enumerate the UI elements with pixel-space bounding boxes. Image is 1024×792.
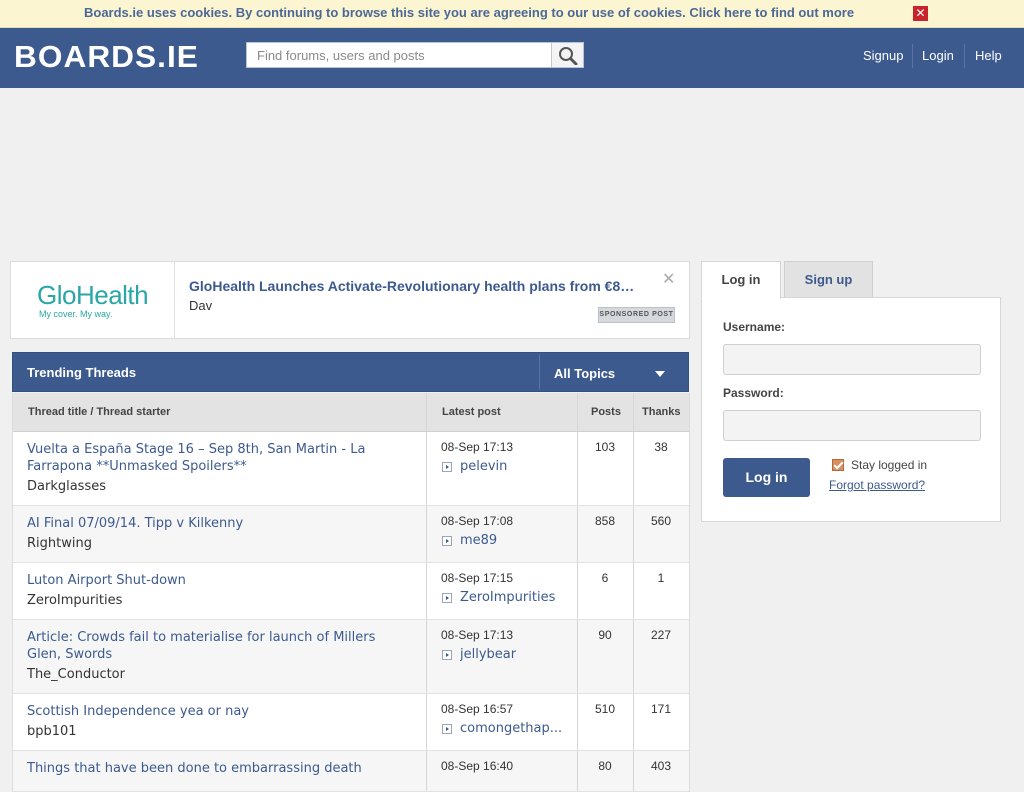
column-header-title: Thread title / Thread starter [28,406,171,418]
chevron-down-icon[interactable] [655,371,665,377]
table-header: Thread title / Thread starter Latest pos… [13,393,689,432]
nav-signup-link[interactable]: Signup [863,48,903,63]
sponsored-post-card[interactable]: GloHealth My cover. My way. GloHealth La… [10,261,690,339]
latest-post-user[interactable]: comongethap... [460,721,570,736]
password-label: Password: [723,386,784,400]
latest-post-user[interactable]: ZeroImpurities [460,590,570,605]
tab-login[interactable]: Log in [701,261,781,299]
stay-logged-in-label: Stay logged in [851,458,928,472]
thanks-count: 171 [650,702,672,716]
nav-login-link[interactable]: Login [922,48,954,63]
thread-starter[interactable]: bpb101 [27,724,77,739]
column-header-posts: Posts [591,406,621,418]
password-field[interactable] [723,410,981,441]
nav-divider [912,44,913,68]
search-button[interactable] [551,43,583,67]
table-row: Luton Airport Shut-down ZeroImpurities 0… [13,563,689,620]
posts-count: 858 [594,514,616,528]
username-field[interactable] [723,344,981,375]
thread-title-link[interactable]: AI Final 07/09/14. Tipp v Kilkenny [27,515,412,532]
forgot-password-link[interactable]: Forgot password? [829,478,925,492]
thanks-count: 227 [650,628,672,642]
column-header-thanks: Thanks [642,406,681,418]
trending-threads-title: Trending Threads [27,365,137,380]
thread-title-link[interactable]: Luton Airport Shut-down [27,572,412,589]
table-row: AI Final 07/09/14. Tipp v Kilkenny Right… [13,506,689,563]
table-row: Things that have been done to embarrassi… [13,751,689,792]
search-box [246,42,584,68]
posts-count: 90 [598,628,612,642]
go-to-post-icon[interactable] [442,650,452,660]
thread-starter[interactable]: Rightwing [27,536,92,551]
thread-title-link[interactable]: Vuelta a España Stage 16 – Sep 8th, San … [27,441,412,475]
latest-post-date: 08-Sep 17:08 [441,514,514,528]
header-divider [539,355,540,389]
latest-post-user[interactable]: me89 [460,533,570,548]
table-row: Vuelta a España Stage 16 – Sep 8th, San … [13,432,689,506]
thread-title-link[interactable]: Scottish Independence yea or nay [27,703,412,720]
boards-logo[interactable]: BOARDS.IE [14,39,199,75]
posts-count: 103 [594,440,616,454]
thread-starter[interactable]: Darkglasses [27,479,106,494]
close-icon[interactable]: ✕ [662,271,675,287]
topics-dropdown[interactable]: All Topics [554,366,615,381]
trending-threads-header: Trending Threads All Topics [12,352,689,392]
posts-count: 6 [601,571,609,585]
thanks-count: 560 [650,514,672,528]
table-row: Scottish Independence yea or nay bpb101 … [13,694,689,751]
cookie-banner: Boards.ie uses cookies. By continuing to… [0,0,1024,28]
nav-divider [964,44,965,68]
sponsored-post-title[interactable]: GloHealth Launches Activate-Revolutionar… [189,278,659,294]
go-to-post-icon[interactable] [442,462,452,472]
sponsored-post-author: Dav [189,298,213,313]
latest-post-user[interactable]: jellybear [460,647,570,662]
username-label: Username: [723,320,786,334]
thread-title-link[interactable]: Article: Crowds fail to materialise for … [27,629,412,663]
stay-logged-in-checkbox[interactable] [832,459,844,471]
table-row: Article: Crowds fail to materialise for … [13,620,689,694]
login-button[interactable]: Log in [723,458,810,497]
trending-threads-table: Thread title / Thread starter Latest pos… [12,393,690,792]
go-to-post-icon[interactable] [442,724,452,734]
cookie-message-link[interactable]: Boards.ie uses cookies. By continuing to… [84,5,854,20]
latest-post-date: 08-Sep 17:13 [441,628,514,642]
nav-help-link[interactable]: Help [975,48,1002,63]
search-icon [559,47,578,65]
tab-signup[interactable]: Sign up [784,261,873,298]
latest-post-date: 08-Sep 17:15 [441,571,514,585]
close-icon[interactable]: ✕ [913,6,928,21]
glohealth-logo-text: GloHealth [37,280,149,310]
thanks-count: 38 [654,440,668,454]
column-header-latest: Latest post [442,406,501,418]
thread-starter[interactable]: ZeroImpurities [27,593,122,608]
thread-title-link[interactable]: Things that have been done to embarrassi… [27,760,412,777]
go-to-post-icon[interactable] [442,593,452,603]
latest-post-user[interactable]: pelevin [460,459,570,474]
posts-count: 80 [598,759,612,773]
search-input[interactable] [247,43,553,67]
thanks-count: 403 [650,759,672,773]
latest-post-date: 08-Sep 16:57 [441,702,514,716]
glohealth-tagline: My cover. My way. [39,309,113,319]
latest-post-date: 08-Sep 16:40 [441,759,514,773]
sponsored-badge: SPONSORED POST [598,307,675,323]
posts-count: 510 [594,702,616,716]
site-header: BOARDS.IE Signup Login Help [0,28,1024,88]
latest-post-date: 08-Sep 17:13 [441,440,514,454]
glohealth-logo: GloHealth My cover. My way. [11,262,175,338]
thread-starter[interactable]: The_Conductor [27,667,125,682]
login-panel: Username: Password: Log in Stay logged i… [701,297,1001,522]
thanks-count: 1 [657,571,665,585]
go-to-post-icon[interactable] [442,536,452,546]
